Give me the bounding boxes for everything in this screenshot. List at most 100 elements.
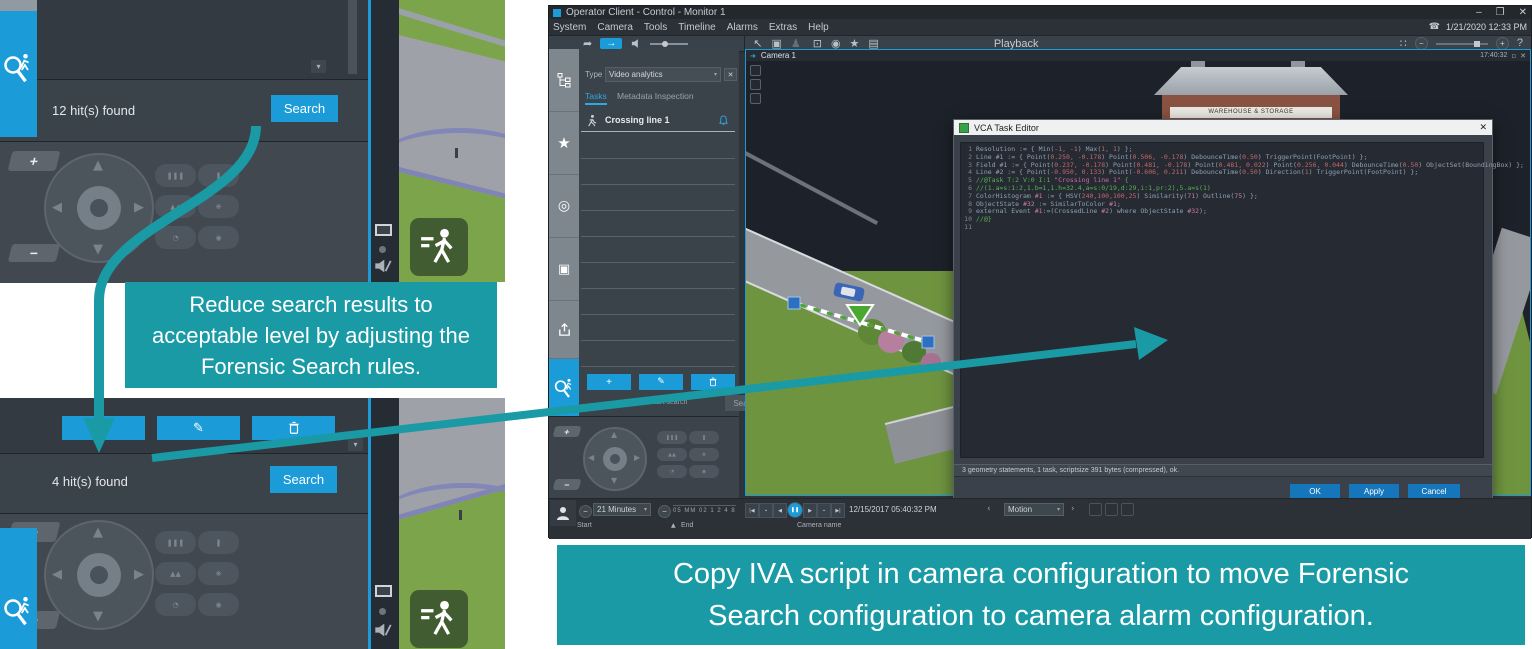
tab-metadata-inspection[interactable]: Metadata Inspection (617, 91, 694, 101)
focus-far-button[interactable]: ❚❚❚ (155, 164, 196, 187)
focus-near-button[interactable]: ❚ (198, 164, 239, 187)
focus-macro-button[interactable]: ❋ (198, 562, 239, 585)
iris-close-button[interactable]: ◔ (657, 465, 687, 478)
menu-timeline[interactable]: Timeline (678, 22, 715, 33)
forensic-search-tab[interactable] (0, 528, 37, 649)
scrollbar[interactable] (348, 0, 357, 74)
alarm-person-chip[interactable] (550, 500, 576, 526)
range-zoom-out-button[interactable]: − (579, 505, 592, 518)
rail-favorites[interactable]: ★ (549, 112, 579, 175)
zoom-in-button[interactable]: + (8, 151, 61, 171)
joystick-center[interactable] (77, 553, 121, 597)
rail-forensic-search[interactable] (549, 359, 579, 420)
alarm-bell-icon[interactable] (718, 115, 729, 126)
iris-close-button[interactable]: ◔ (155, 593, 196, 616)
stop-button[interactable]: ▪ (759, 503, 773, 518)
search-button[interactable]: Search (271, 95, 338, 122)
pan-left-arrow[interactable]: ◀ (52, 201, 62, 214)
skip-end-button[interactable]: ▶| (831, 503, 845, 518)
monitor-send-icon[interactable]: ⊡ (813, 38, 822, 49)
forensic-search-tab[interactable] (0, 11, 37, 137)
layout-zoom-knob[interactable] (1474, 41, 1480, 47)
focus-macro-button[interactable]: ❋ (689, 448, 719, 461)
type-dropdown[interactable]: Video analytics ▾ (605, 67, 721, 82)
dialog-close-button[interactable]: ✕ (1479, 123, 1487, 133)
next-frame-button[interactable]: ▪ (817, 503, 831, 518)
focus-far-button[interactable]: ❚❚❚ (155, 531, 196, 554)
zoom-in-button[interactable]: + (553, 426, 582, 437)
restore-button[interactable]: ❐ (1496, 7, 1505, 18)
delete-task-button[interactable] (691, 374, 735, 390)
bookmark-icon[interactable]: ▤ (868, 38, 878, 49)
rail-export[interactable] (549, 301, 579, 359)
task-row[interactable]: Crossing line 1 (581, 109, 735, 132)
timeline-scale[interactable]: 05 MM 02 1 2 4 8 (673, 505, 736, 514)
event-filter-dropdown[interactable]: Motion ▾ (1004, 503, 1064, 516)
joystick-center[interactable] (603, 447, 627, 471)
focus-auto-button[interactable]: ▲▲ (657, 448, 687, 461)
step-back-button[interactable]: ◀ (773, 503, 787, 518)
ptz-joystick[interactable]: ▲ ▼ ◀ ▶ (583, 427, 647, 491)
pan-right-arrow[interactable]: ▶ (134, 568, 144, 581)
delete-task-button[interactable] (252, 416, 335, 440)
focus-near-button[interactable]: ❚ (198, 531, 239, 554)
rail-map[interactable]: ◎ (549, 175, 579, 238)
window-titlebar[interactable]: Operator Client - Control - Monitor 1 – … (549, 6, 1531, 19)
menu-help[interactable]: Help (808, 22, 829, 33)
snapshot-icon[interactable]: ◉ (831, 38, 841, 49)
pan-left-arrow[interactable]: ◀ (588, 454, 594, 462)
skip-start-button[interactable]: |◀ (745, 503, 759, 518)
prev-event-button[interactable]: ‹ (987, 504, 991, 514)
tilt-up-arrow[interactable]: ▲ (93, 526, 103, 539)
apply-button[interactable]: Apply (1349, 484, 1399, 499)
speaker-icon[interactable] (631, 38, 643, 49)
menu-alarms[interactable]: Alarms (727, 22, 758, 33)
cancel-button[interactable]: Cancel (1408, 484, 1460, 499)
focus-macro-button[interactable]: ❋ (198, 195, 239, 218)
rail-logical-tree[interactable] (549, 49, 579, 112)
select-pane-icon[interactable]: ↖ (753, 38, 762, 49)
menu-extras[interactable]: Extras (769, 22, 797, 33)
export-icon[interactable]: ➦ (583, 38, 592, 49)
camera-thumbnail-top[interactable] (399, 0, 505, 282)
menu-tools[interactable]: Tools (644, 22, 667, 33)
rail-image-panes[interactable]: ▣ (549, 238, 579, 301)
pan-right-arrow[interactable]: ▶ (634, 454, 640, 462)
favorite-star-icon[interactable]: ★ (850, 38, 860, 49)
iris-open-button[interactable]: ◉ (689, 465, 719, 478)
tilt-up-arrow[interactable]: ▲ (611, 431, 617, 439)
iris-open-button[interactable]: ◉ (198, 593, 239, 616)
playback-mode-button[interactable]: → (600, 38, 622, 49)
vca-script[interactable]: 1Resolution := { Min(-1, -1) Max(1, 1) }… (960, 142, 1484, 458)
ptz-joystick[interactable]: ▲ ▼ ◀ ▶ (44, 520, 154, 630)
search-button[interactable]: Search (270, 466, 337, 493)
close-pane-icon[interactable]: ✕ (1520, 52, 1526, 60)
iris-close-button[interactable]: ◔ (155, 226, 196, 249)
add-task-button[interactable]: + (62, 416, 145, 440)
tilt-down-arrow[interactable]: ▼ (611, 477, 617, 485)
menu-system[interactable]: System (553, 22, 586, 33)
dialog-titlebar[interactable]: VCA Task Editor ✕ (954, 120, 1492, 135)
camera-thumbnail-bottom[interactable] (399, 398, 505, 649)
scroll-down-button[interactable]: ▾ (311, 60, 326, 73)
menu-camera[interactable]: Camera (597, 22, 633, 33)
step-forward-button[interactable]: ▶ (803, 503, 817, 518)
ptz-joystick[interactable]: ▲ ▼ ◀ ▶ (44, 153, 154, 263)
minimize-button[interactable]: – (1476, 7, 1482, 18)
focus-far-button[interactable]: ❚❚❚ (657, 431, 687, 444)
column-camera-name[interactable]: Camera name (797, 522, 841, 529)
next-event-button[interactable]: › (1071, 504, 1075, 514)
restore-pane-icon[interactable]: ▫ (1511, 52, 1516, 60)
volume-slider-knob[interactable] (662, 41, 668, 47)
grid-layout-icon[interactable]: ∷ (1400, 38, 1407, 49)
edit-task-button[interactable]: ✎ (639, 374, 683, 390)
time-range-dropdown[interactable]: 21 Minutes ▾ (593, 503, 651, 516)
column-start[interactable]: Start (577, 522, 592, 529)
tilt-down-arrow[interactable]: ▼ (93, 243, 103, 256)
scroll-down-button[interactable]: ▾ (348, 438, 363, 451)
volume-slider[interactable] (650, 43, 688, 45)
tilt-down-arrow[interactable]: ▼ (93, 610, 103, 623)
tilt-up-arrow[interactable]: ▲ (93, 159, 103, 172)
tab-tasks[interactable]: Tasks (585, 91, 607, 105)
focus-auto-button[interactable]: ▲▲ (155, 195, 196, 218)
